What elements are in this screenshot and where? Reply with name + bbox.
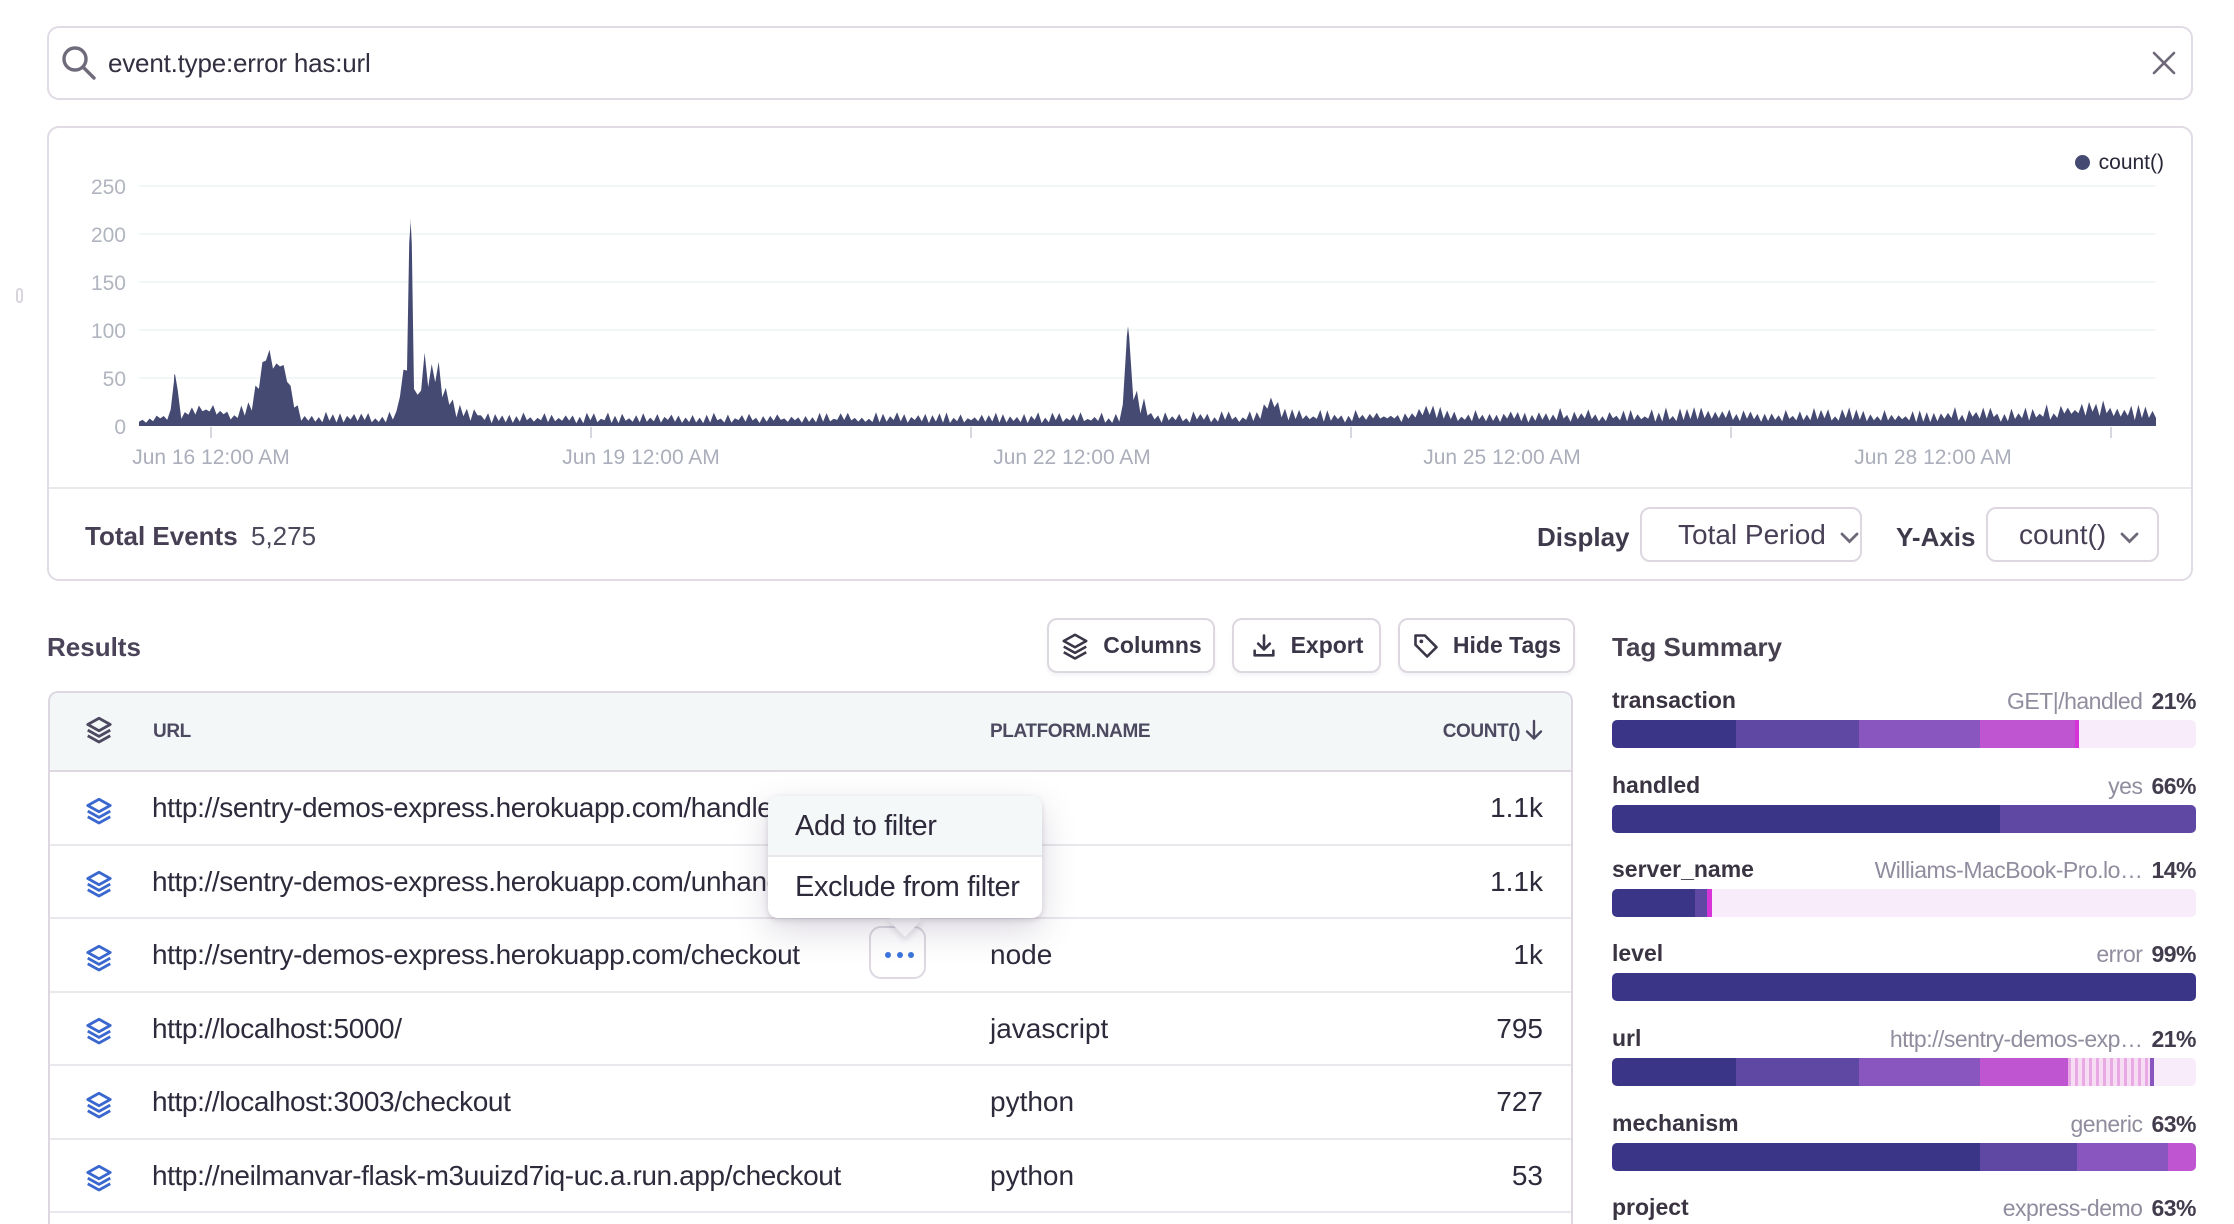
svg-text:Jun 16 12:00 AM: Jun 16 12:00 AM [132, 446, 290, 469]
svg-text:Jun 25 12:00 AM: Jun 25 12:00 AM [1423, 446, 1581, 469]
svg-text:250: 250 [91, 176, 126, 199]
svg-text:Jun 19 12:00 AM: Jun 19 12:00 AM [562, 446, 720, 469]
svg-text:200: 200 [91, 224, 126, 247]
svg-text:150: 150 [91, 272, 126, 295]
svg-text:Jun 22 12:00 AM: Jun 22 12:00 AM [993, 446, 1151, 469]
svg-text:100: 100 [91, 320, 126, 343]
svg-text:0: 0 [114, 416, 126, 439]
svg-text:50: 50 [103, 368, 126, 391]
